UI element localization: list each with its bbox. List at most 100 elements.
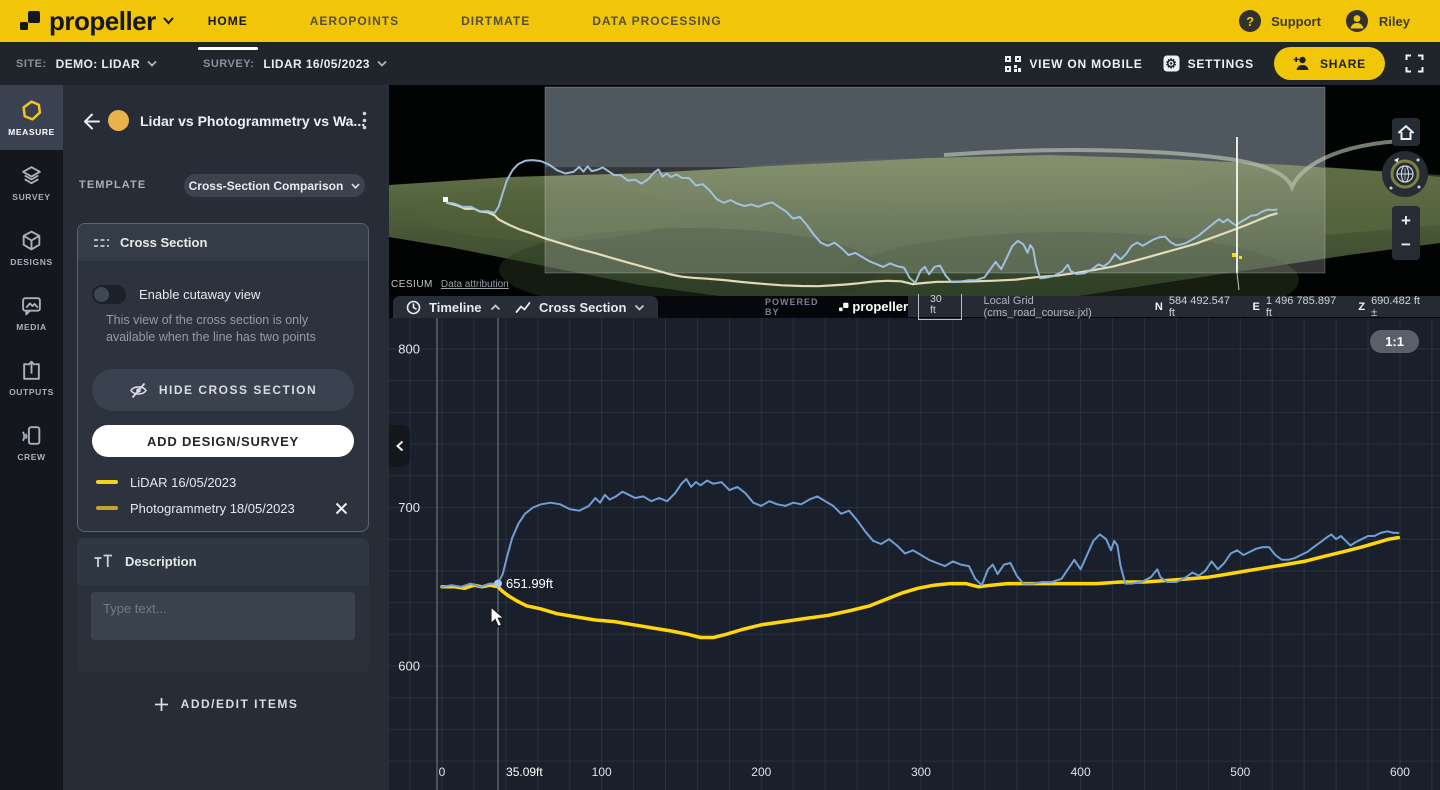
nav-tab-data-processing[interactable]: DATA PROCESSING — [592, 10, 721, 32]
sidebar-item-media[interactable]: MEDIA — [0, 280, 63, 345]
nav-tab-home[interactable]: HOME — [208, 10, 248, 32]
left-icon-rail: MEASURE SURVEY DESIGNS MEDIA OUTPUTS CRE… — [0, 85, 63, 790]
home-view-button[interactable] — [1392, 118, 1420, 146]
svg-text:600: 600 — [398, 659, 420, 674]
rail-label: MEDIA — [16, 322, 46, 332]
zoom-in-button[interactable]: + — [1392, 210, 1420, 232]
app-window: propeller HOME AEROPOINTS DIRTMATE DATA … — [0, 0, 1440, 790]
sidebar-item-survey[interactable]: SURVEY — [0, 150, 63, 215]
chevron-down-icon — [634, 304, 645, 311]
line-chart-icon — [515, 301, 531, 314]
drag-handle-icon — [94, 237, 109, 249]
qr-code-icon — [1005, 56, 1021, 72]
main-nav-tabs: HOME AEROPOINTS DIRTMATE DATA PROCESSING — [208, 10, 722, 32]
chevron-up-icon — [490, 304, 501, 311]
sidebar-item-outputs[interactable]: OUTPUTS — [0, 345, 63, 410]
timeline-tab-label: Timeline — [429, 300, 482, 315]
rail-label: DESIGNS — [10, 257, 52, 267]
cutaway-toggle[interactable] — [92, 285, 126, 304]
photogrammetry-layer-label: Photogrammetry 18/05/2023 — [130, 501, 295, 516]
cross-section-tab-label: Cross Section — [539, 300, 626, 315]
kebab-menu-icon[interactable] — [362, 111, 367, 130]
photogrammetry-color-swatch — [96, 506, 118, 510]
view-on-mobile-button[interactable]: VIEW ON MOBILE — [1005, 56, 1142, 72]
eye-off-icon — [129, 382, 148, 399]
help-icon[interactable]: ? — [1239, 10, 1261, 32]
nav-tab-aeropoints[interactable]: AEROPOINTS — [310, 10, 399, 32]
northing-readout: N584 492.547 ft — [1155, 295, 1236, 319]
template-label: TEMPLATE — [79, 179, 146, 191]
timeline-tab[interactable]: Timeline — [393, 296, 514, 318]
template-row: TEMPLATE Cross-Section Comparison — [63, 174, 389, 198]
cross-section-card-header[interactable]: Cross Section — [78, 224, 368, 261]
share-button[interactable]: SHARE — [1274, 47, 1385, 80]
lidar-color-swatch — [96, 480, 118, 484]
user-avatar-icon[interactable] — [1345, 9, 1369, 33]
measurement-title: Lidar vs Photogrammetry vs Wa... — [140, 113, 365, 129]
nav-tab-dirtmate[interactable]: DIRTMATE — [461, 10, 530, 32]
sidebar-item-crew[interactable]: CREW — [0, 410, 63, 475]
compass-control[interactable] — [1382, 151, 1428, 197]
hide-cross-section-label: HIDE CROSS SECTION — [159, 383, 317, 397]
cross-section-card: Cross Section Enable cutaway view This v… — [77, 223, 369, 532]
sidebar-item-measure[interactable]: MEASURE — [0, 85, 63, 150]
chevron-down-icon — [147, 60, 157, 67]
propeller-mark-icon — [839, 302, 849, 312]
user-name[interactable]: Riley — [1379, 14, 1410, 29]
propeller-logo[interactable]: propeller — [18, 8, 174, 34]
add-edit-items-button[interactable]: ADD/EDIT ITEMS — [63, 693, 389, 715]
svg-text:600: 600 — [1390, 765, 1410, 779]
layer-row-lidar[interactable]: LiDAR 16/05/2023 — [92, 472, 354, 492]
collapse-panel-button[interactable] — [389, 425, 410, 467]
easting-readout: E1 496 785.897 ft — [1253, 295, 1342, 319]
hide-cross-section-button[interactable]: HIDE CROSS SECTION — [92, 369, 354, 411]
svg-text:800: 800 — [398, 342, 420, 357]
scale-bar: 30 ft — [918, 294, 962, 320]
lidar-layer-label: LiDAR 16/05/2023 — [130, 475, 236, 490]
logo-text: propeller — [49, 8, 156, 34]
survey-selector[interactable]: LIDAR 16/05/2023 — [263, 57, 386, 71]
svg-text:⚙: ⚙ — [1165, 56, 1177, 71]
export-icon — [20, 359, 43, 382]
home-icon — [1397, 124, 1415, 141]
3d-viewport[interactable]: CESIUM Data attribution + − — [389, 85, 1440, 296]
local-grid-label: Local Grid (cms_road_course.jxl) — [984, 295, 1138, 319]
powered-by-brand: propeller — [839, 299, 908, 314]
description-input[interactable] — [91, 592, 355, 640]
cross-section-chart-panel[interactable]: 6007008000100200300400500600651.99ft35.0… — [389, 318, 1440, 790]
plus-icon — [154, 697, 169, 712]
clock-icon — [406, 300, 421, 315]
add-design-survey-button[interactable]: ADD DESIGN/SURVEY — [92, 425, 354, 457]
view-on-mobile-label: VIEW ON MOBILE — [1029, 57, 1142, 71]
remove-layer-icon[interactable] — [335, 502, 348, 515]
measurement-color-dot[interactable] — [108, 110, 129, 131]
scale-ratio-badge[interactable]: 1:1 — [1370, 330, 1419, 353]
zoom-out-button[interactable]: − — [1392, 234, 1420, 256]
cutaway-hint-text: This view of the cross section is only a… — [106, 312, 354, 346]
fullscreen-icon[interactable] — [1405, 54, 1424, 73]
site-selector[interactable]: DEMO: LIDAR — [56, 57, 157, 71]
data-attribution-link[interactable]: Data attribution — [441, 279, 509, 290]
sidebar-item-designs[interactable]: DESIGNS — [0, 215, 63, 280]
globe-compass-icon — [1382, 151, 1428, 197]
layer-row-photogrammetry[interactable]: Photogrammetry 18/05/2023 — [92, 498, 354, 518]
rail-label: OUTPUTS — [9, 387, 54, 397]
add-edit-items-label: ADD/EDIT ITEMS — [181, 697, 299, 711]
gear-icon: ⚙ — [1163, 55, 1180, 72]
coordinate-readout: 30 ft Local Grid (cms_road_course.jxl) N… — [908, 296, 1440, 317]
cross-section-tab[interactable]: Cross Section — [502, 296, 658, 318]
description-header[interactable]: Description — [77, 538, 369, 585]
cube-icon — [20, 229, 43, 252]
back-button[interactable] — [80, 111, 101, 132]
cutaway-toggle-label: Enable cutaway view — [139, 287, 260, 302]
template-select[interactable]: Cross-Section Comparison — [184, 174, 365, 197]
settings-button[interactable]: ⚙ SETTINGS — [1163, 55, 1254, 72]
rail-label: MEASURE — [8, 127, 55, 137]
measurement-panel: Lidar vs Photogrammetry vs Wa... TEMPLAT… — [63, 85, 389, 790]
rail-label: CREW — [17, 452, 45, 462]
cross-section-chart[interactable]: 6007008000100200300400500600651.99ft35.0… — [389, 318, 1440, 790]
svg-text:500: 500 — [1230, 765, 1250, 779]
toggle-knob — [94, 287, 109, 302]
support-link[interactable]: Support — [1271, 14, 1321, 29]
cutaway-toggle-row: Enable cutaway view — [92, 284, 354, 304]
